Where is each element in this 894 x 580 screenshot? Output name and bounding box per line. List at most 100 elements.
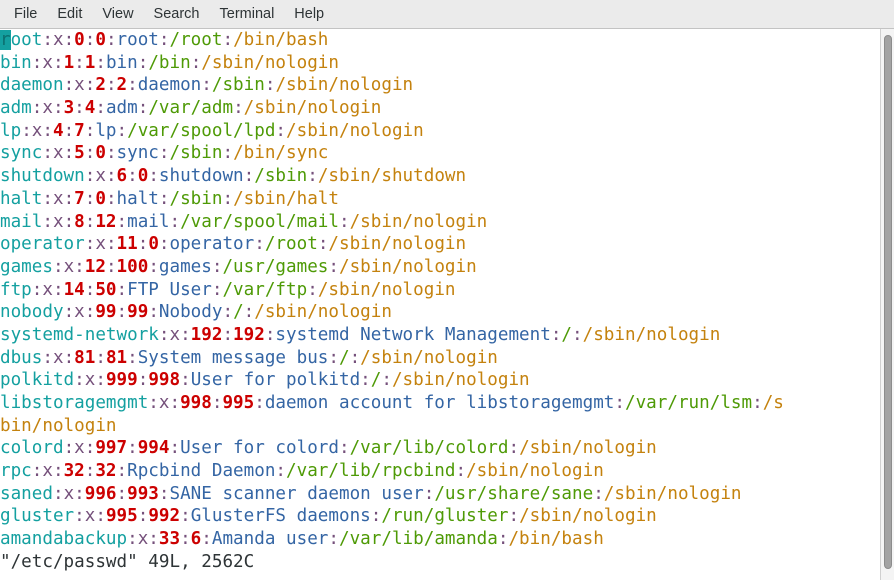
field-separator: :	[84, 279, 96, 300]
field-separator: :	[572, 324, 583, 345]
field-separator: :	[137, 52, 149, 73]
passwd-field-gid: 0	[137, 166, 149, 187]
field-separator: :	[180, 529, 191, 550]
vertical-scrollbar[interactable]	[880, 29, 894, 580]
field-separator: :	[116, 120, 128, 141]
field-separator: :	[74, 256, 85, 277]
terminal-line: dbus:x:81:81:System message bus:/:/sbin/…	[0, 347, 880, 370]
terminal-line: halt:x:7:0:halt:/sbin:/sbin/halt	[0, 188, 880, 211]
passwd-field-shell: /sbin/nologin	[519, 438, 657, 459]
passwd-field-password: x	[63, 483, 75, 504]
passwd-field-password: x	[42, 461, 53, 482]
field-separator: :	[148, 529, 159, 550]
field-separator: :	[74, 506, 85, 527]
field-separator: :	[52, 256, 64, 277]
terminal-line: systemd-network:x:192:192:systemd Networ…	[0, 324, 880, 347]
passwd-field-password: x	[74, 75, 85, 96]
scrollbar-thumb[interactable]	[884, 34, 892, 569]
passwd-field-username: oot	[10, 30, 43, 50]
passwd-field-username: operator	[0, 234, 85, 255]
passwd-field-uid: 192	[190, 324, 223, 345]
field-separator: :	[169, 438, 181, 459]
passwd-field-username: colord	[0, 438, 64, 459]
passwd-field-uid: 14	[63, 279, 85, 300]
field-separator: :	[201, 529, 212, 550]
field-separator: :	[222, 188, 234, 209]
passwd-field-uid: 4	[52, 120, 64, 141]
field-separator: :	[497, 529, 509, 550]
field-separator: :	[328, 256, 339, 277]
passwd-field-gecos: daemon account for libstoragemgmt	[264, 393, 615, 413]
passwd-field-uid: 7	[74, 188, 85, 209]
menu-item-help[interactable]: Help	[284, 4, 334, 25]
field-separator: :	[137, 506, 149, 527]
passwd-field-gid: 1	[84, 52, 96, 73]
passwd-field-home: /var/ftp	[222, 279, 308, 300]
passwd-field-username: bin	[0, 52, 32, 73]
terminal-line-wrapped: bin/nologin	[0, 415, 880, 438]
field-separator: :	[455, 461, 467, 482]
terminal-screen[interactable]: root:x:0:0:root:/root:/bin/bash bin:x:1:1…	[0, 29, 880, 580]
field-separator: :	[370, 506, 382, 527]
passwd-field-shell: /sbin/nologin	[519, 506, 657, 527]
field-separator: :	[105, 234, 117, 255]
field-separator: :	[84, 461, 96, 482]
passwd-field-gecos: bin	[105, 52, 138, 73]
field-separator: :	[593, 483, 604, 504]
passwd-field-gecos: System message bus	[137, 347, 329, 368]
menu-item-edit[interactable]: Edit	[47, 4, 92, 25]
passwd-field-gid: 993	[127, 483, 159, 504]
field-separator: :	[84, 188, 96, 209]
field-separator: :	[84, 438, 96, 459]
field-separator: :	[275, 461, 287, 482]
field-separator: :	[158, 483, 170, 504]
field-separator: :	[84, 75, 96, 96]
field-separator: :	[42, 120, 53, 141]
passwd-field-shell: /sbin/nologin	[275, 75, 414, 96]
passwd-field-home: /var/adm	[148, 98, 234, 119]
field-separator: :	[52, 483, 64, 504]
field-separator: :	[74, 370, 85, 391]
field-separator: :	[148, 256, 159, 277]
passwd-field-home: /var/lib/rpcbind	[286, 461, 456, 482]
terminal-line: colord:x:997:994:User for colord:/var/li…	[0, 437, 880, 460]
terminal-line: amandabackup:x:33:6:Amanda user:/var/lib…	[0, 528, 880, 551]
passwd-field-home: /usr/share/sane	[434, 483, 594, 504]
passwd-field-password: x	[137, 529, 149, 550]
passwd-field-password: x	[52, 188, 64, 209]
menu-item-terminal[interactable]: Terminal	[210, 4, 285, 25]
field-separator: :	[84, 302, 96, 323]
passwd-field-gecos: GlusterFS daemons	[190, 506, 371, 527]
passwd-field-home: /sbin	[169, 143, 223, 164]
passwd-field-uid: 12	[84, 256, 106, 277]
passwd-field-shell: /bin/sync	[233, 143, 329, 164]
menu-bar: File Edit View Search Terminal Help	[0, 0, 894, 29]
passwd-field-gid: 7	[74, 120, 85, 141]
passwd-field-uid: 8	[74, 211, 85, 232]
menu-item-file[interactable]: File	[4, 4, 47, 25]
field-separator: :	[84, 120, 96, 141]
passwd-field-shell: /sbin/nologin	[349, 211, 488, 232]
field-separator: :	[52, 461, 64, 482]
field-separator: :	[95, 506, 106, 527]
menu-item-view[interactable]: View	[92, 4, 143, 25]
passwd-field-gid: 6	[190, 529, 202, 550]
field-separator: :	[180, 370, 191, 391]
menu-item-search[interactable]: Search	[144, 4, 210, 25]
field-separator: :	[158, 188, 170, 209]
passwd-field-home: /root	[169, 30, 223, 50]
passwd-field-shell: /sbin/halt	[233, 188, 339, 209]
field-separator: :	[74, 52, 85, 73]
field-separator: :	[254, 393, 265, 413]
passwd-field-home: /sbin	[211, 75, 265, 96]
passwd-field-gecos: User for colord	[180, 438, 339, 459]
passwd-field-gecos: sync	[116, 143, 159, 164]
passwd-field-password: x	[74, 302, 85, 323]
passwd-field-gecos: Rpcbind Daemon	[127, 461, 276, 482]
field-separator: :	[211, 256, 223, 277]
passwd-field-home: /run/gluster	[381, 506, 509, 527]
passwd-field-uid: 999	[105, 370, 138, 391]
field-separator: :	[116, 279, 128, 300]
field-separator: :	[423, 483, 435, 504]
passwd-field-password: x	[95, 166, 106, 187]
